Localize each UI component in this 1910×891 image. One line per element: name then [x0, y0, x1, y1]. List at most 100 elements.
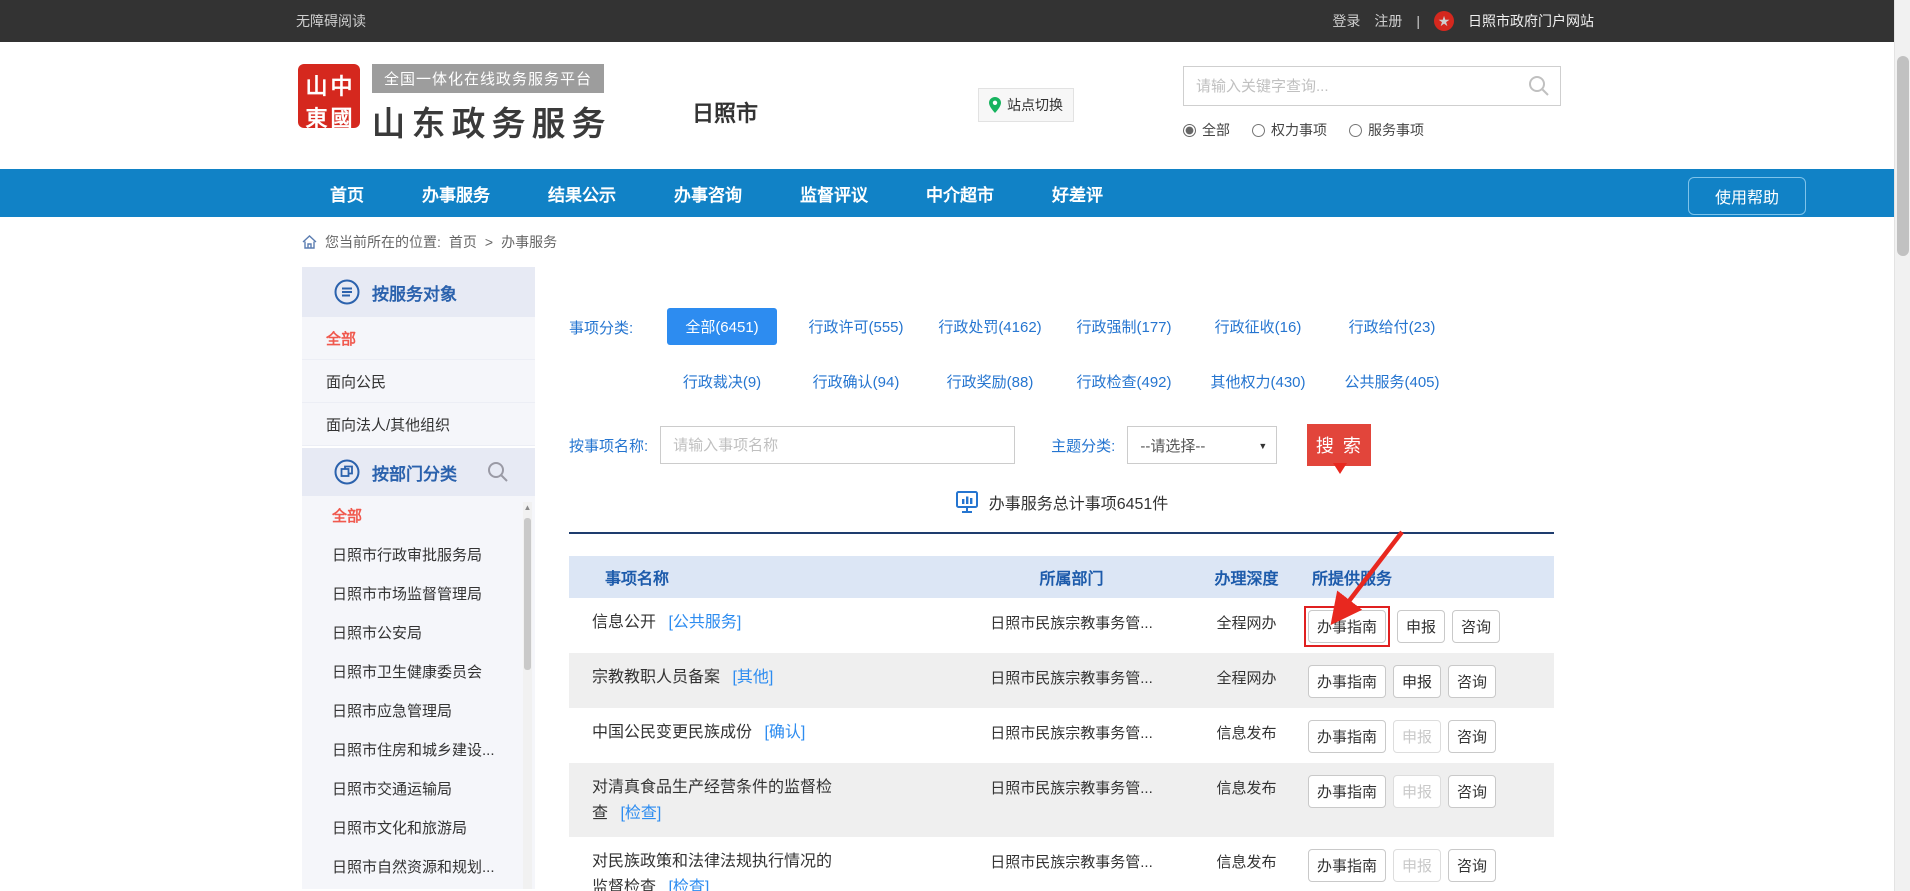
scope-power[interactable]: 权力事项 [1252, 120, 1327, 140]
category-chip[interactable]: 行政裁决(9) [677, 363, 767, 400]
red-triangle-marker [1333, 463, 1347, 474]
item-name-filter: 按事项名称: 主题分类: --请选择-- ▼ 搜 索 [569, 424, 1554, 466]
category-chip[interactable]: 行政确认(94) [807, 363, 906, 400]
search-button[interactable]: 搜 索 [1307, 424, 1371, 466]
nav-item-home[interactable]: 首页 [330, 181, 364, 206]
breadcrumb-current[interactable]: 办事服务 [501, 232, 557, 252]
scope-all-radio[interactable] [1183, 124, 1196, 137]
apply-button-disabled: 申报 [1393, 849, 1441, 882]
topic-select[interactable]: --请选择-- ▼ [1127, 426, 1277, 464]
keyword-search-input[interactable] [1184, 78, 1528, 95]
nav-item-results[interactable]: 结果公示 [548, 181, 616, 206]
consult-button[interactable]: 咨询 [1448, 665, 1496, 698]
scroll-up-arrow-icon[interactable]: ▲ [523, 502, 532, 514]
item-tag-link[interactable]: [检查] [620, 801, 661, 827]
dept-item[interactable]: 日照市公安局 [302, 613, 535, 652]
keyword-searchbox [1183, 66, 1561, 106]
scope-service[interactable]: 服务事项 [1349, 120, 1424, 140]
sidebar-item-all[interactable]: 全部 [302, 317, 535, 360]
apply-button[interactable]: 申报 [1393, 665, 1441, 698]
site-switch-button[interactable]: 站点切换 [978, 88, 1074, 122]
category-chip[interactable]: 公共服务(405) [1338, 363, 1445, 400]
topic-label: 主题分类: [1051, 435, 1115, 456]
item-tag-link[interactable]: [其他] [732, 665, 773, 691]
item-department: 日照市民族宗教事务管... [954, 775, 1189, 803]
consult-button[interactable]: 咨询 [1448, 849, 1496, 882]
page-scroll-thumb[interactable] [1897, 56, 1909, 256]
item-depth: 信息发布 [1189, 849, 1304, 877]
category-chip[interactable]: 其他权力(430) [1204, 363, 1311, 400]
site-header: 山 中 東 國 全国一体化在线政务服务平台 山东政务服务 日照市 站点切换 [0, 42, 1894, 169]
item-name-link[interactable]: 宗教教职人员备案 [592, 669, 720, 686]
main-nav: 首页 办事服务 结果公示 办事咨询 监督评议 中介超市 好差评 使用帮助 [0, 169, 1894, 217]
category-filter: 事项分类: 全部(6451) 行政许可(555) 行政处罚(4162) 行政强制… [569, 308, 1554, 400]
item-tag-link[interactable]: [确认] [764, 720, 805, 746]
guide-button[interactable]: 办事指南 [1308, 775, 1386, 808]
sidebar-item-citizen[interactable]: 面向公民 [302, 360, 535, 403]
register-link[interactable]: 注册 [1374, 11, 1402, 31]
category-chip-all[interactable]: 全部(6451) [667, 308, 776, 345]
guide-button[interactable]: 办事指南 [1308, 665, 1386, 698]
category-chip[interactable]: 行政检查(492) [1070, 363, 1177, 400]
guide-button[interactable]: 办事指南 [1308, 720, 1386, 753]
consult-button[interactable]: 咨询 [1448, 720, 1496, 753]
category-label: 事项分类: [569, 308, 655, 400]
department-search-icon[interactable] [487, 461, 509, 483]
nav-item-rating[interactable]: 好差评 [1052, 181, 1103, 206]
table-header: 事项名称 所属部门 办理深度 所提供服务 [569, 556, 1554, 598]
item-department: 日照市民族宗教事务管... [954, 610, 1189, 638]
category-chip[interactable]: 行政给付(23) [1343, 308, 1442, 345]
nav-item-consult[interactable]: 办事咨询 [674, 181, 742, 206]
dept-item-all[interactable]: 全部 [302, 496, 535, 535]
sidebar-item-legal-person[interactable]: 面向法人/其他组织 [302, 403, 535, 446]
site-logo: 山 中 東 國 全国一体化在线政务服务平台 山东政务服务 [298, 64, 612, 145]
guide-button[interactable]: 办事指南 [1308, 849, 1386, 882]
service-object-header: 按服务对象 [302, 267, 535, 317]
nav-item-intermediary[interactable]: 中介超市 [926, 181, 994, 206]
breadcrumb-home[interactable]: 首页 [449, 232, 477, 252]
login-link[interactable]: 登录 [1332, 11, 1360, 31]
consult-button[interactable]: 咨询 [1448, 775, 1496, 808]
item-name-link[interactable]: 信息公开 [592, 614, 656, 631]
dept-item[interactable]: 日照市自然资源和规划... [302, 847, 535, 886]
service-table: 事项名称 所属部门 办理深度 所提供服务 信息公开 [公共服务] 日照市民族宗教… [569, 556, 1554, 891]
section-divider [569, 532, 1554, 534]
category-chip[interactable]: 行政强制(177) [1070, 308, 1177, 345]
sidebar-scrollbar[interactable]: ▲ [523, 502, 532, 889]
item-name-input[interactable] [660, 426, 1015, 464]
scope-service-radio[interactable] [1349, 124, 1362, 137]
page-scrollbar[interactable] [1894, 0, 1910, 891]
apply-button[interactable]: 申报 [1397, 610, 1445, 643]
nav-item-services[interactable]: 办事服务 [422, 181, 490, 206]
item-name-link[interactable]: 中国公民变更民族成份 [592, 724, 752, 741]
category-chip[interactable]: 行政奖励(88) [941, 363, 1040, 400]
category-chip[interactable]: 行政处罚(4162) [932, 308, 1047, 345]
accessibility-link[interactable]: 无障碍阅读 [296, 11, 366, 31]
search-icon[interactable] [1528, 75, 1550, 97]
category-chip[interactable]: 行政征收(16) [1209, 308, 1308, 345]
dept-item[interactable]: 日照市交通运输局 [302, 769, 535, 808]
guide-button[interactable]: 办事指南 [1308, 610, 1386, 643]
apply-button-disabled: 申报 [1393, 720, 1441, 753]
nav-item-supervision[interactable]: 监督评议 [800, 181, 868, 206]
item-name-link[interactable]: 对民族政策和法律法规执行情况的监督检查 [592, 853, 832, 891]
consult-button[interactable]: 咨询 [1452, 610, 1500, 643]
sidebar-scroll-thumb[interactable] [524, 518, 531, 670]
scope-power-radio[interactable] [1252, 124, 1265, 137]
help-button[interactable]: 使用帮助 [1688, 177, 1806, 215]
dept-item[interactable]: 日照市市场监督管理局 [302, 574, 535, 613]
scope-all[interactable]: 全部 [1183, 120, 1230, 140]
category-chip[interactable]: 行政许可(555) [802, 308, 909, 345]
portal-link[interactable]: 日照市政府门户网站 [1468, 11, 1594, 31]
item-tag-link[interactable]: [检查] [668, 875, 709, 891]
dept-item[interactable]: 日照市卫生健康委员会 [302, 652, 535, 691]
department-circle-icon [334, 459, 360, 485]
item-tag-link[interactable]: [公共服务] [668, 610, 741, 636]
table-row: 对清真食品生产经营条件的监督检查 [检查] 日照市民族宗教事务管... 信息发布… [569, 763, 1554, 837]
item-depth: 全程网办 [1189, 610, 1304, 638]
dept-item[interactable]: 日照市文化和旅游局 [302, 808, 535, 847]
dept-item[interactable]: 日照市应急管理局 [302, 691, 535, 730]
dept-item[interactable]: 日照市行政审批服务局 [302, 535, 535, 574]
main-content: 事项分类: 全部(6451) 行政许可(555) 行政处罚(4162) 行政强制… [569, 267, 1554, 891]
dept-item[interactable]: 日照市住房和城乡建设... [302, 730, 535, 769]
